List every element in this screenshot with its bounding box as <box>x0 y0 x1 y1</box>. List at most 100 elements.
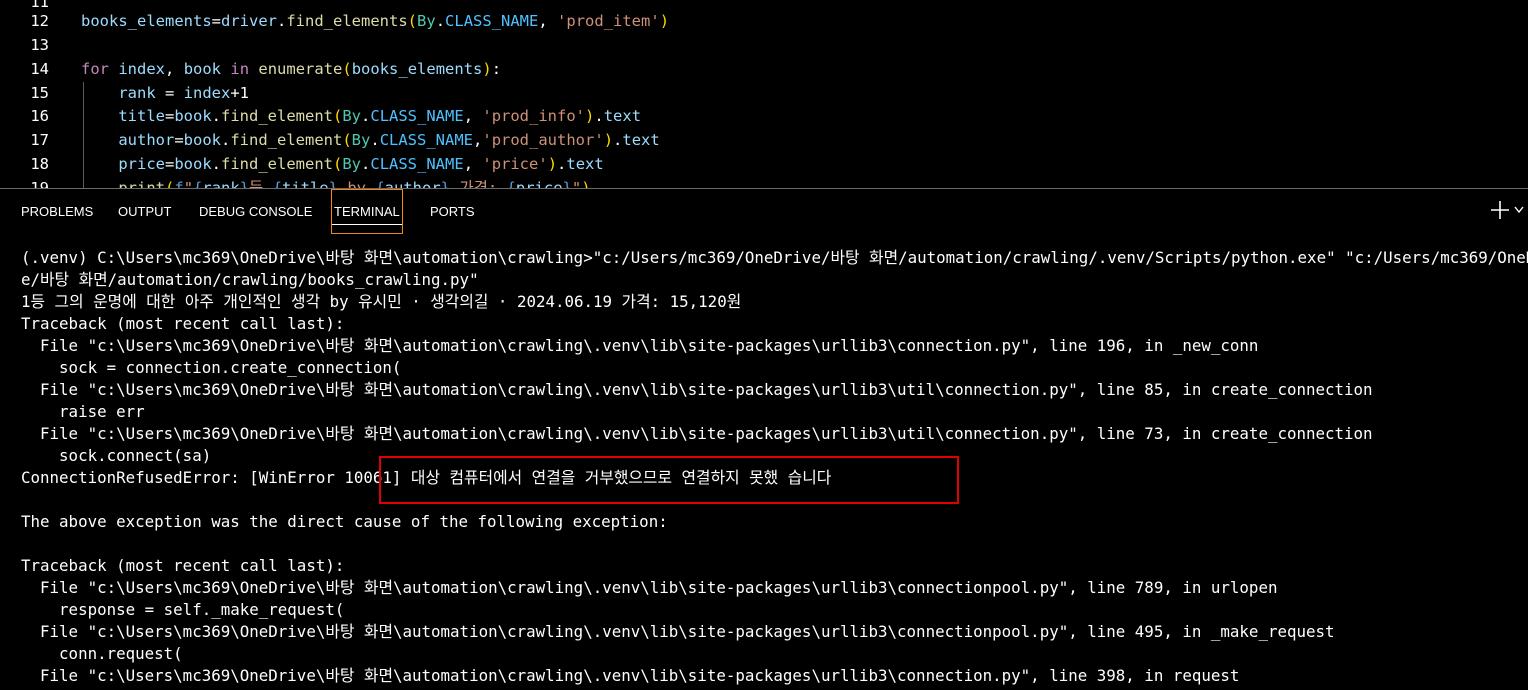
code-token: . <box>613 131 623 149</box>
tab-label: PORTS <box>430 204 475 219</box>
code-token: ( <box>342 131 352 149</box>
code-token: , <box>538 12 558 30</box>
code-token: text <box>622 131 660 149</box>
code-token: ) <box>547 155 558 173</box>
terminal-line: response = self._make_request( <box>21 600 345 619</box>
code-token: , <box>463 155 483 173</box>
tab-debug-console[interactable]: DEBUG CONSOLE <box>199 189 312 234</box>
line-number: 18 <box>30 155 49 173</box>
line-number: 15 <box>30 84 49 102</box>
code-token: book <box>174 107 212 125</box>
terminal-line: File "c:\Users\mc369\OneDrive\바탕 화면\auto… <box>21 424 1373 443</box>
code-token: title <box>118 107 165 125</box>
code-line[interactable]: 17 author=book.find_element(By.CLASS_NAM… <box>0 128 1528 152</box>
code-token: book <box>183 60 222 78</box>
code-token: . <box>594 107 604 125</box>
code-token: : <box>491 60 502 78</box>
code-token: = <box>165 107 175 125</box>
code-token: By <box>342 155 362 173</box>
code-token: . <box>435 12 446 30</box>
plus-icon[interactable] <box>1489 199 1511 221</box>
code-token: By <box>342 107 362 125</box>
code-line[interactable]: 13 <box>0 33 1528 57</box>
code-token: by <box>338 179 376 188</box>
active-tab-indicator <box>332 224 402 225</box>
code-token: 'prod_info' <box>482 107 586 125</box>
code-token: 'price' <box>482 155 548 173</box>
code-token: = <box>165 155 175 173</box>
code-token: index <box>118 60 166 78</box>
code-token: ( <box>333 107 343 125</box>
code-line[interactable]: 16 title=book.find_element(By.CLASS_NAME… <box>0 104 1528 128</box>
code-token: } <box>440 179 451 188</box>
code-text: for index, book in enumerate(books_eleme… <box>81 57 501 81</box>
code-token: ) <box>585 107 595 125</box>
line-number: 19 <box>30 179 49 188</box>
tab-problems[interactable]: PROBLEMS <box>21 189 93 234</box>
code-token: By <box>417 12 436 30</box>
line-number: 12 <box>30 12 49 30</box>
code-token: = <box>174 131 184 149</box>
code-token: 'prod_item' <box>557 12 660 30</box>
code-token: 등 <box>249 179 273 188</box>
code-token: , <box>463 107 483 125</box>
tab-label: DEBUG CONSOLE <box>199 204 313 219</box>
code-token: 가격: <box>450 179 507 188</box>
code-token: title <box>281 179 329 188</box>
terminal-line: 1등 그의 운명에 대한 아주 개인적인 생각 by 유시민 · 생각의길 · … <box>21 292 742 311</box>
tab-ports[interactable]: PORTS <box>430 189 475 234</box>
code-token: , <box>165 60 184 78</box>
code-token: find_element <box>230 131 343 149</box>
code-token: } <box>328 179 338 188</box>
code-token: books_elements <box>81 12 212 30</box>
code-token: { <box>193 179 203 188</box>
code-line[interactable]: 14 for index, book in enumerate(books_ele… <box>0 57 1528 81</box>
code-token: CLASS_NAME <box>370 107 464 125</box>
code-token: text <box>566 155 604 173</box>
terminal-line: Traceback (most recent call last): <box>21 556 345 575</box>
code-token: 'prod_author' <box>482 131 604 149</box>
code-line[interactable]: 12 books_elements=driver.find_elements(By… <box>0 9 1528 33</box>
code-token: { <box>375 179 385 188</box>
code-token: enumerate <box>258 60 343 78</box>
code-line[interactable]: 19 print(f"{rank}등 {title} by {author} 가… <box>0 176 1528 188</box>
highlight-annotation-box <box>379 456 959 504</box>
code-token: in <box>230 60 250 78</box>
code-text: title=book.find_element(By.CLASS_NAME, '… <box>81 104 641 128</box>
terminal-line: raise err <box>21 402 145 421</box>
code-token: . <box>361 107 371 125</box>
tab-label: TERMINAL <box>334 204 400 219</box>
code-token: price <box>118 155 165 173</box>
code-token: ( <box>333 155 343 173</box>
code-line[interactable]: 15 rank = index+1 <box>0 81 1528 105</box>
code-token: { <box>272 179 282 188</box>
code-token: CLASS_NAME <box>379 131 474 149</box>
chevron-down-icon[interactable] <box>1513 205 1525 215</box>
code-token: . <box>361 155 371 173</box>
code-token: ) <box>482 60 492 78</box>
code-token: rank <box>118 84 156 102</box>
code-token: +1 <box>230 84 249 102</box>
code-token: . <box>221 131 231 149</box>
terminal-line: (.venv) C:\Users\mc369\OneDrive\바탕 화면\au… <box>21 248 1528 267</box>
code-token: = <box>211 12 221 30</box>
code-token: find_element <box>221 155 333 173</box>
code-token: ) <box>659 12 670 30</box>
code-editor[interactable]: 11 12 books_elements=driver.find_elements(… <box>0 0 1528 188</box>
code-token: . <box>211 107 222 125</box>
tab-output[interactable]: OUTPUT <box>118 189 171 234</box>
terminal-line: File "c:\Users\mc369\OneDrive\바탕 화면\auto… <box>21 622 1335 641</box>
code-line[interactable]: 18 price=book.find_element(By.CLASS_NAME… <box>0 152 1528 176</box>
code-token: } <box>239 179 250 188</box>
code-text: print(f"{rank}등 {title} by {author} 가격: … <box>81 176 590 188</box>
code-token: . <box>211 155 222 173</box>
code-token: find_elements <box>286 12 408 30</box>
tab-terminal[interactable]: TERMINAL <box>331 189 403 234</box>
code-token: print <box>118 179 165 188</box>
